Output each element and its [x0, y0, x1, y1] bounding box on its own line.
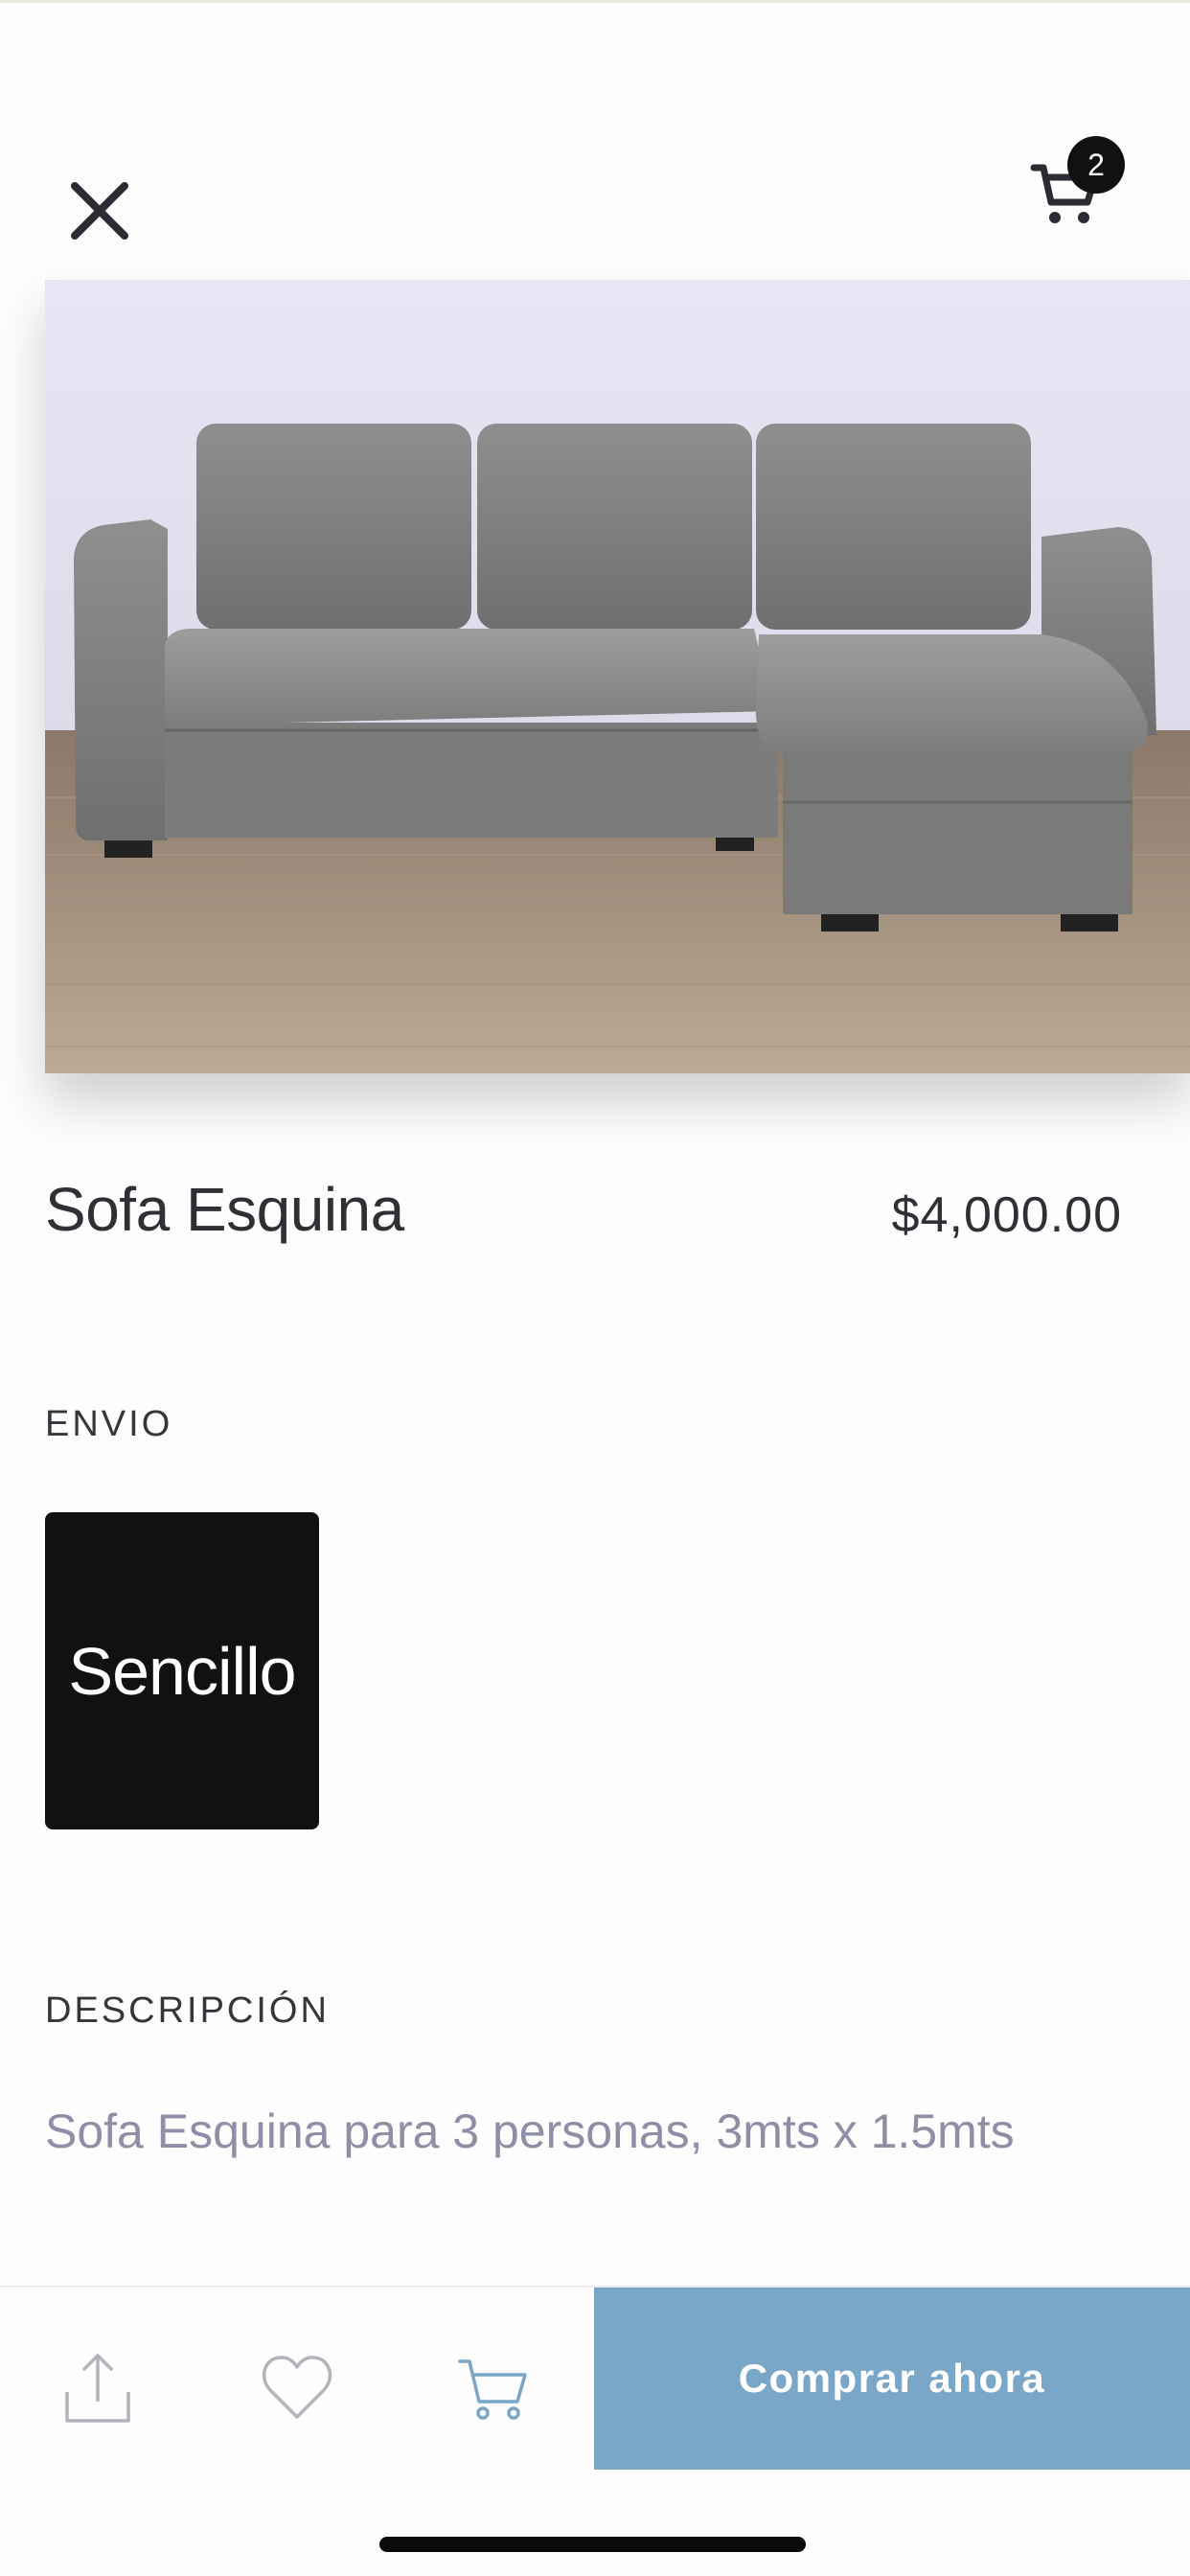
cart-count-badge: 2	[1067, 136, 1125, 194]
product-title: Sofa Esquina	[45, 1175, 404, 1244]
close-icon	[71, 182, 128, 240]
description-label: DESCRIPCIÓN	[45, 1990, 330, 2031]
shipping-option-sencillo[interactable]: Sencillo	[45, 1512, 319, 1829]
top-divider	[0, 0, 1190, 3]
product-price: $4,000.00	[891, 1187, 1122, 1243]
shipping-label: ENVIO	[45, 1404, 173, 1444]
cart-icon	[458, 2359, 527, 2420]
share-icon	[65, 2354, 130, 2423]
favorite-button[interactable]	[259, 2350, 335, 2426]
add-to-cart-button[interactable]	[456, 2350, 533, 2426]
sofa-image	[45, 280, 1190, 1073]
description-text: Sofa Esquina para 3 personas, 3mts x 1.5…	[45, 2104, 1015, 2158]
home-indicator[interactable]	[379, 2537, 806, 2552]
heart-icon	[262, 2356, 332, 2419]
shipping-option-label: Sencillo	[68, 1633, 296, 1709]
header-cart-button[interactable]: 2	[1025, 134, 1131, 240]
share-button[interactable]	[59, 2350, 136, 2426]
close-button[interactable]	[61, 172, 138, 249]
product-image[interactable]	[45, 280, 1190, 1073]
buy-now-button[interactable]: Comprar ahora	[594, 2288, 1190, 2470]
